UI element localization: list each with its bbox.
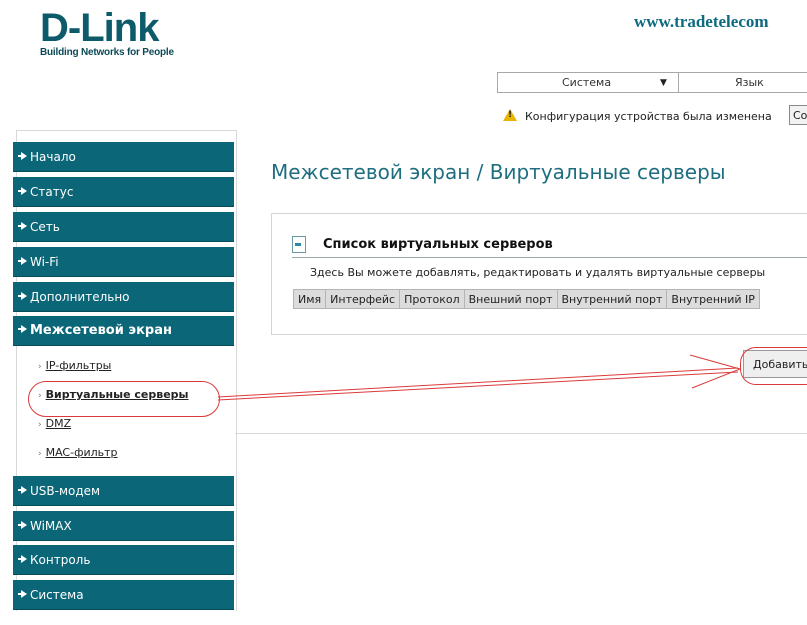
nav-arrow-icon <box>18 292 27 300</box>
sidebar-item-label: Дополнительно <box>30 290 130 304</box>
language-menu-label: Язык <box>735 76 764 89</box>
sidebar-item-label: Сеть <box>30 220 60 234</box>
subnav-label: DMZ <box>45 417 72 430</box>
panel-title: Список виртуальных серверов <box>323 237 553 252</box>
sidebar-item-label: Контроль <box>30 553 91 567</box>
sidebar-item-label: Начало <box>30 150 76 164</box>
sidebar-item-advanced[interactable]: Дополнительно <box>13 282 234 312</box>
column-header[interactable]: Имя <box>293 289 327 309</box>
page-title: Межсетевой экран / Виртуальные серверы <box>271 160 726 184</box>
sidebar-item-start[interactable]: Начало <box>13 142 234 172</box>
system-menu-label: Система <box>562 76 612 89</box>
nav-arrow-icon <box>18 590 27 598</box>
sidebar-item-label: WiMAX <box>30 519 72 533</box>
nav-arrow-icon <box>18 187 27 195</box>
subnav-label: IP-фильтры <box>45 359 112 372</box>
logo-brand: D-Link <box>40 6 159 50</box>
subnav-dmz[interactable]: › DMZ <box>38 417 71 430</box>
sidebar-item-label: Wi-Fi <box>30 255 59 269</box>
chevron-down-icon: ▼ <box>660 78 667 88</box>
list-icon <box>292 236 306 253</box>
panel-divider <box>292 257 807 258</box>
sidebar-item-firewall[interactable]: Межсетевой экран <box>13 316 234 346</box>
column-header[interactable]: Внешний порт <box>463 289 558 309</box>
bullet-icon: › <box>38 449 42 459</box>
nav-arrow-icon <box>18 325 27 333</box>
column-header[interactable]: Внутренний IP <box>666 289 760 309</box>
sidebar-item-label: Система <box>30 588 84 602</box>
sidebar-item-wimax[interactable]: WiMAX <box>13 511 234 541</box>
site-url: www.tradetelecom <box>634 12 769 31</box>
config-changed-notice: Конфигурация устройства была изменена <box>503 108 772 123</box>
virtual-servers-table-header: Имя Интерфейс Протокол Внешний порт Внут… <box>293 289 760 309</box>
sidebar-item-wifi[interactable]: Wi-Fi <box>13 247 234 277</box>
dlink-logo: D-Link Building Networks for People <box>40 8 174 58</box>
notice-text: Конфигурация устройства была изменена <box>525 110 772 123</box>
sidebar-item-usb-modem[interactable]: USB-модем <box>13 476 234 506</box>
nav-arrow-icon <box>18 222 27 230</box>
sidebar-item-control[interactable]: Контроль <box>13 545 234 575</box>
bullet-icon: › <box>38 362 42 372</box>
subnav-ip-filters[interactable]: › IP-фильтры <box>38 359 111 372</box>
sidebar-item-status[interactable]: Статус <box>13 177 234 207</box>
nav-arrow-icon <box>18 257 27 265</box>
sidebar-item-label: Межсетевой экран <box>30 323 172 338</box>
subnav-mac-filter[interactable]: › MAC-фильтр <box>38 446 118 459</box>
warning-icon <box>503 109 517 121</box>
nav-arrow-icon <box>18 486 27 494</box>
save-config-button[interactable]: Со <box>789 105 807 125</box>
panel-description: Здесь Вы можете добавлять, редактировать… <box>310 266 766 279</box>
subnav-label: MAC-фильтр <box>45 446 118 459</box>
nav-arrow-icon <box>18 152 27 160</box>
sidebar-item-system[interactable]: Система <box>13 580 234 610</box>
nav-arrow-icon <box>18 555 27 563</box>
sidebar-item-label: Статус <box>30 185 74 199</box>
annotation-ellipse-add <box>740 347 807 385</box>
bullet-icon: › <box>38 420 42 430</box>
column-header[interactable]: Внутренний порт <box>556 289 668 309</box>
language-menu[interactable]: Язык <box>679 73 807 92</box>
sidebar-item-label: USB-модем <box>30 484 101 498</box>
logo-tagline: Building Networks for People <box>40 47 174 58</box>
nav-arrow-icon <box>18 521 27 529</box>
column-header[interactable]: Интерфейс <box>325 289 401 309</box>
annotation-ellipse <box>28 381 220 417</box>
system-menu[interactable]: Система ▼ <box>498 73 678 92</box>
column-header[interactable]: Протокол <box>399 289 465 309</box>
sidebar-item-network[interactable]: Сеть <box>13 212 234 242</box>
top-menu-bar: Система ▼ Язык <box>497 72 807 93</box>
